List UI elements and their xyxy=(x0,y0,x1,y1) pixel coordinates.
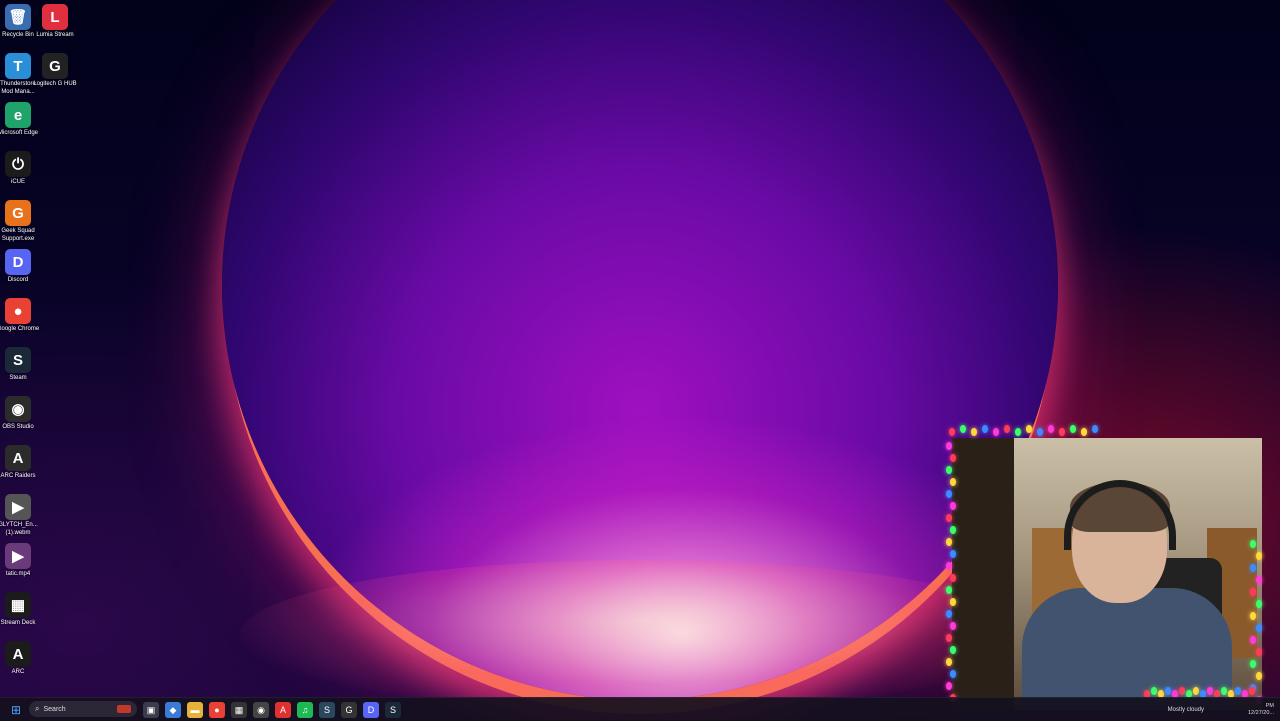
weather-status[interactable]: Mostly cloudy xyxy=(1168,707,1204,713)
steam-taskbar-icon[interactable]: S xyxy=(319,702,335,718)
desktop-icon-label: Microsoft Edge xyxy=(0,130,39,136)
desktop-icon[interactable]: ◉ OBS Studio xyxy=(0,396,41,432)
adobe-icon[interactable]: A xyxy=(275,702,291,718)
webcam-overlay xyxy=(952,438,1262,710)
lumia-stream-icon: L xyxy=(42,4,68,30)
obs-icon: ◉ xyxy=(5,396,31,422)
logitech-g-taskbar-icon[interactable]: G xyxy=(341,702,357,718)
clock-date: 12/27/20... xyxy=(1248,709,1274,716)
discord-icon: D xyxy=(5,249,31,275)
task-view-icon[interactable]: ▣ xyxy=(143,702,159,718)
taskbar-search-box[interactable]: ⌕ Search xyxy=(29,701,137,717)
desktop-icon-label: Steam xyxy=(9,375,27,381)
icue-icon: ⏻ xyxy=(5,151,31,177)
obs-taskbar-icon[interactable]: ◉ xyxy=(253,702,269,718)
desktop-icon-label: OBS Studio xyxy=(2,424,34,430)
search-icon: ⌕ xyxy=(35,704,40,713)
stream-deck-icon: ▦ xyxy=(5,592,31,618)
arc-raiders-icon: A xyxy=(5,445,31,471)
desktop-icon-label: Logitech G HUB xyxy=(33,81,77,87)
chrome-icon: ● xyxy=(5,298,31,324)
arc-icon: A xyxy=(5,641,31,667)
video-file-icon: ▶ xyxy=(5,543,31,569)
desktop-icon[interactable]: A ARC xyxy=(0,641,41,677)
search-highlight-icon xyxy=(117,705,131,713)
desktop-icon-label: Geek Squad Support.exe xyxy=(1,228,35,242)
edge-icon: e xyxy=(5,102,31,128)
search-placeholder: Search xyxy=(43,705,66,713)
webcam-shelf xyxy=(952,438,1014,710)
desktop-icon-label: Discord xyxy=(7,277,29,283)
logitech-g-icon: G xyxy=(42,53,68,79)
start-windows-icon[interactable]: ⊞ xyxy=(8,702,24,718)
desktop-icon-label: GLYTCH_En... (1).webm xyxy=(0,522,38,536)
wallpaper-glow xyxy=(240,560,1040,710)
desktop-icon-label: iCUE xyxy=(10,179,25,185)
taskbar: ⊞ ⌕ Search ▣ ◆ ▬ ● ▦ ◉ A ♫ S G D S Mostly cloudy PM… xyxy=(0,697,1280,721)
steam-icon: S xyxy=(5,347,31,373)
desktop-icon[interactable]: G Geek Squad Support.exe xyxy=(0,200,41,243)
desktop-icon-label: ARC xyxy=(11,669,25,675)
clock-time: PM xyxy=(1265,702,1274,709)
desktop-icon[interactable]: ● Google Chrome xyxy=(0,298,41,334)
glytch-video-icon: ▶ xyxy=(5,494,31,520)
desktop-icon[interactable]: A ARC Raiders xyxy=(0,445,41,481)
desktop-icon-label: Stream Deck xyxy=(0,620,36,626)
stream-deck-taskbar-icon[interactable]: ▦ xyxy=(231,702,247,718)
file-explorer-icon[interactable]: ▬ xyxy=(187,702,203,718)
desktop-icon[interactable]: L Lumia Stream xyxy=(32,4,78,40)
clock[interactable]: PM 12/27/20... xyxy=(1248,703,1274,717)
desktop-icon[interactable]: ⏻ iCUE xyxy=(0,151,41,187)
desktop-icon[interactable]: ▶ GLYTCH_En... (1).webm xyxy=(0,494,41,537)
webcam-person-shirt xyxy=(1022,588,1232,710)
desktop-icon[interactable]: ▦ Stream Deck xyxy=(0,592,41,628)
desktop-icon-label: Google Chrome xyxy=(0,326,40,332)
geek-squad-icon: G xyxy=(5,200,31,226)
desktop-icon[interactable]: G Logitech G HUB xyxy=(32,53,78,89)
system-tray: Mostly cloudy PM 12/27/20... xyxy=(1168,698,1280,721)
desktop-icon[interactable]: e Microsoft Edge xyxy=(0,102,41,138)
desktop-icon[interactable]: D Discord xyxy=(0,249,41,285)
steam-alt-taskbar-icon[interactable]: S xyxy=(385,702,401,718)
desktop-icon-label: Lumia Stream xyxy=(36,32,74,38)
discord-taskbar-icon[interactable]: D xyxy=(363,702,379,718)
desktop-icon-label: tatic.mp4 xyxy=(5,571,31,577)
desktop-icon[interactable]: ▶ tatic.mp4 xyxy=(0,543,41,579)
chrome-taskbar-icon[interactable]: ● xyxy=(209,702,225,718)
thunderstore-icon: T xyxy=(5,53,31,79)
copilot-icon[interactable]: ◆ xyxy=(165,702,181,718)
spotify-icon[interactable]: ♫ xyxy=(297,702,313,718)
recycle-bin-icon: 🗑 xyxy=(5,4,31,30)
desktop-icon[interactable]: S Steam xyxy=(0,347,41,383)
desktop-icon-label: ARC Raiders xyxy=(0,473,36,479)
